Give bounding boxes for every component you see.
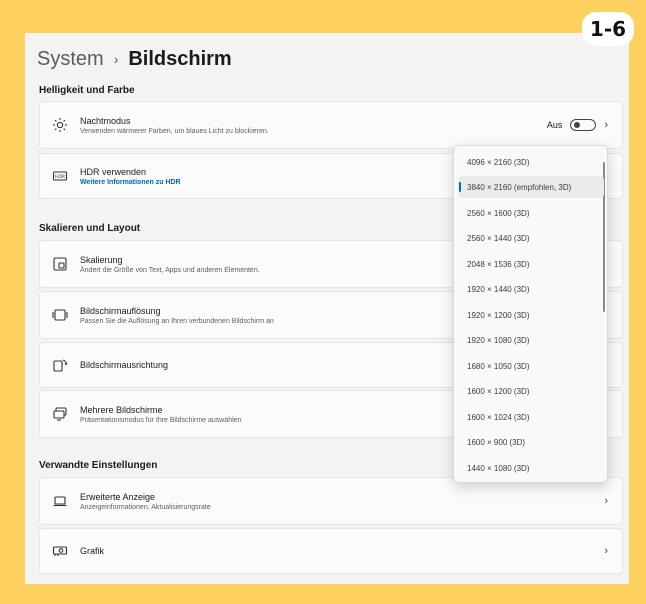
orientation-icon bbox=[40, 357, 80, 373]
svg-text:HDR: HDR bbox=[55, 174, 65, 180]
dropdown-option-selected[interactable]: 3840 × 2160 (empfohlen, 3D) bbox=[458, 176, 604, 198]
page-title: Bildschirm bbox=[128, 47, 232, 70]
advanced-display-title: Erweiterte Anzeige bbox=[80, 491, 156, 502]
resolution-icon bbox=[40, 307, 80, 323]
breadcrumb-system[interactable]: System bbox=[37, 48, 104, 71]
chevron-right-icon[interactable]: › bbox=[604, 545, 608, 557]
hdr-icon: HDR bbox=[40, 168, 80, 184]
night-mode-title: Nachtmodus bbox=[80, 115, 131, 126]
dropdown-option[interactable]: 1680 × 1050 (3D) bbox=[458, 355, 604, 377]
dropdown-option[interactable]: 1600 × 1200 (3D) bbox=[458, 380, 604, 402]
scaling-subtitle: Ändert die Größe von Text, Apps und ande… bbox=[80, 266, 260, 274]
step-badge: 1-6 bbox=[582, 12, 634, 46]
graphics-row[interactable]: Grafik › bbox=[39, 528, 623, 574]
advanced-display-subtitle: Anzeigeinformationen, Aktualisierungsrat… bbox=[80, 503, 211, 511]
multiple-displays-subtitle: Präsentationsmodus für Ihre Bildschirme … bbox=[80, 416, 242, 424]
hdr-learn-more-link[interactable]: Weitere Informationen zu HDR bbox=[80, 179, 181, 186]
section-brightness: Helligkeit und Farbe bbox=[39, 85, 135, 96]
advanced-display-row[interactable]: Erweiterte Anzeige Anzeigeinformationen,… bbox=[39, 477, 623, 525]
dropdown-option[interactable]: 2560 × 1600 (3D) bbox=[458, 202, 604, 224]
scale-icon bbox=[40, 256, 80, 272]
resolution-dropdown[interactable]: 4096 × 2160 (3D) 3840 × 2160 (empfohlen,… bbox=[453, 145, 608, 483]
breadcrumb: System › Bildschirm bbox=[37, 45, 232, 73]
dropdown-option[interactable]: 1920 × 1080 (3D) bbox=[458, 329, 604, 351]
dropdown-option[interactable]: 4096 × 2160 (3D) bbox=[458, 151, 604, 173]
chevron-right-icon[interactable]: › bbox=[604, 495, 608, 507]
multi-monitor-icon bbox=[40, 406, 80, 422]
resolution-subtitle: Passen Sie die Auflösung an Ihren verbun… bbox=[80, 317, 274, 325]
dropdown-option[interactable]: 1600 × 1024 (3D) bbox=[458, 406, 604, 428]
brightness-icon bbox=[40, 117, 80, 133]
toggle-knob bbox=[574, 122, 581, 128]
dropdown-option[interactable]: 1920 × 1440 (3D) bbox=[458, 278, 604, 300]
section-related-settings: Verwandte Einstellungen bbox=[39, 460, 158, 471]
dropdown-option[interactable]: 2048 × 1536 (3D) bbox=[458, 253, 604, 275]
resolution-title: Bildschirmauflösung bbox=[80, 305, 161, 316]
dropdown-option[interactable]: 1440 × 1080 (3D) bbox=[458, 457, 604, 479]
dropdown-option[interactable]: 1920 × 1200 (3D) bbox=[458, 304, 604, 326]
night-mode-row[interactable]: Nachtmodus Verwenden wärmerer Farben, um… bbox=[39, 101, 623, 149]
night-mode-subtitle: Verwenden wärmerer Farben, um blaues Lic… bbox=[80, 127, 269, 135]
laptop-icon bbox=[40, 493, 80, 509]
chevron-right-icon[interactable]: › bbox=[604, 119, 608, 131]
multiple-displays-title: Mehrere Bildschirme bbox=[80, 404, 163, 415]
scaling-title: Skalierung bbox=[80, 254, 123, 265]
orientation-title: Bildschirmausrichtung bbox=[80, 360, 169, 370]
graphics-title: Grafik bbox=[80, 546, 105, 556]
section-scale-layout: Skalieren und Layout bbox=[39, 223, 141, 234]
graphics-card-icon bbox=[40, 543, 80, 559]
hdr-title: HDR verwenden bbox=[80, 166, 147, 177]
breadcrumb-separator: › bbox=[113, 51, 119, 67]
dropdown-option[interactable]: 2560 × 1440 (3D) bbox=[458, 227, 604, 249]
night-mode-state: Aus bbox=[546, 120, 563, 130]
night-mode-toggle[interactable] bbox=[570, 119, 597, 131]
dropdown-option[interactable]: 1600 × 900 (3D) bbox=[458, 431, 604, 453]
